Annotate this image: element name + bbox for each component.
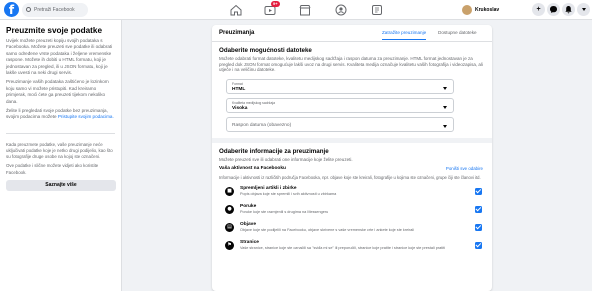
quality-label: Kvaliteta medijskog sadržaja [232, 100, 275, 105]
card-text-2: Ove podatke i slične možete vidjeti ako … [6, 163, 99, 175]
gaming-nav-icon[interactable] [370, 3, 384, 17]
messenger-icon: ● [225, 204, 234, 214]
facebook-logo[interactable]: f [4, 2, 19, 17]
search-icon [26, 7, 31, 12]
messenger-icon [550, 6, 557, 13]
home-nav-icon[interactable] [229, 3, 243, 17]
quality-value: Visoka [232, 105, 248, 111]
create-button[interactable]: + [532, 3, 545, 16]
messenger-button[interactable] [547, 3, 560, 16]
info-paragraph-3: Želite li pregledati svoje podatke bez p… [6, 108, 115, 121]
tab-available-files[interactable]: Dostupne datoteke [438, 30, 477, 35]
info-paragraph-2: Preuzimanje vaših podataka zaštićeno je … [6, 79, 109, 104]
bookmark-icon: ■ [225, 186, 234, 196]
groups-nav-icon[interactable] [334, 3, 348, 17]
list-item[interactable]: ▤ Objave Objave koje ste podijelili na F… [219, 219, 485, 237]
item-name: Objave [240, 221, 256, 227]
profile-name: Krukoslav [475, 7, 500, 13]
date-range-value: Raspon datuma (obavezno) [232, 122, 292, 128]
notifications-button[interactable] [562, 3, 575, 16]
date-range-select[interactable]: Raspon datuma (obavezno) [226, 116, 454, 132]
list-item[interactable]: ⚑ Stranice Vaše stranice, stranice koje … [219, 237, 485, 255]
item-desc: Popis objava koje ste spremili i svih ak… [240, 191, 337, 196]
watch-nav-icon[interactable]: 9+ [263, 1, 280, 17]
format-label: Format [232, 81, 243, 86]
item-checkbox[interactable] [475, 223, 482, 231]
card-title: Preuzimanja [219, 30, 255, 36]
avatar [462, 5, 472, 15]
account-menu-button[interactable] [577, 3, 590, 16]
info-select-title: Odaberite informacije za preuzimanje [219, 147, 329, 155]
access-data-link[interactable]: Pristupite svojim podacima. [58, 114, 114, 119]
chevron-down-icon [443, 105, 447, 109]
left-info-panel: Preuzmite svoje podatke Uvijek možete pr… [0, 20, 122, 291]
search-placeholder: Pretraži Facebook [34, 7, 75, 13]
item-name: Poruke [240, 203, 257, 209]
activity-desc: Informacije i aktivnosti iz različitih p… [219, 175, 481, 181]
list-item[interactable]: ■ Spremljeni artikli i zbirke Popis obja… [219, 183, 485, 201]
item-checkbox[interactable] [475, 241, 482, 249]
item-desc: Poruke koje ste razmjenili s drugima na … [240, 209, 329, 214]
bell-icon [565, 6, 572, 14]
info-paragraph-1: Uvijek možete preuzeti kopiju svojih pod… [6, 38, 113, 76]
notification-badge: 9+ [271, 1, 280, 7]
top-bar: f Pretraži Facebook 9+ Krukoslav + [0, 0, 592, 20]
learn-more-button[interactable]: Saznajte više [6, 179, 116, 191]
chevron-down-icon [443, 124, 447, 128]
card-text-1: Kada preuzmete podatke, vaše preuzimanje… [6, 141, 113, 160]
tab-request-download[interactable]: Zatražite preuzimanje [382, 30, 427, 40]
activity-header: Vaša aktivnost na Facebooku Poništi sve … [219, 164, 485, 175]
item-desc: Objave koje ste podijelili na Facebooku,… [240, 227, 415, 232]
file-options-desc: Možete odabrati format datoteke, kvalite… [219, 56, 483, 73]
list-item[interactable]: ● Poruke Poruke koje ste razmjenili s dr… [219, 201, 485, 219]
info-card: Kada preuzmete podatke, vaše preuzimanje… [6, 132, 116, 191]
downloads-card: Preuzimanja Zatražite preuzimanje Dostup… [212, 25, 492, 291]
item-name: Spremljeni artikli i zbirke [240, 185, 297, 191]
format-value: HTML [232, 86, 246, 92]
item-checkbox[interactable] [475, 205, 482, 213]
search-input[interactable]: Pretraži Facebook [22, 3, 88, 17]
card-header: Preuzimanja Zatražite preuzimanje Dostup… [212, 25, 492, 42]
format-select[interactable]: Format HTML [226, 78, 454, 94]
flag-icon: ⚑ [225, 240, 234, 250]
deselect-all-link[interactable]: Poništi sve odabire [446, 166, 483, 171]
post-icon: ▤ [225, 222, 234, 232]
item-desc: Vaše stranice, stranice koje ste označil… [240, 245, 446, 250]
file-options-title: Odaberite mogućnosti datoteke [219, 47, 312, 54]
item-name: Stranice [240, 239, 259, 245]
profile-button[interactable]: Krukoslav [462, 4, 499, 16]
activity-title: Vaša aktivnost na Facebooku [219, 166, 286, 172]
marketplace-nav-icon[interactable] [298, 3, 312, 17]
page-title: Preuzmite svoje podatke [6, 26, 103, 35]
chevron-down-icon [581, 7, 586, 11]
media-quality-select[interactable]: Kvaliteta medijskog sadržaja Visoka [226, 97, 454, 113]
item-checkbox[interactable] [475, 187, 482, 195]
chevron-down-icon [443, 86, 447, 90]
